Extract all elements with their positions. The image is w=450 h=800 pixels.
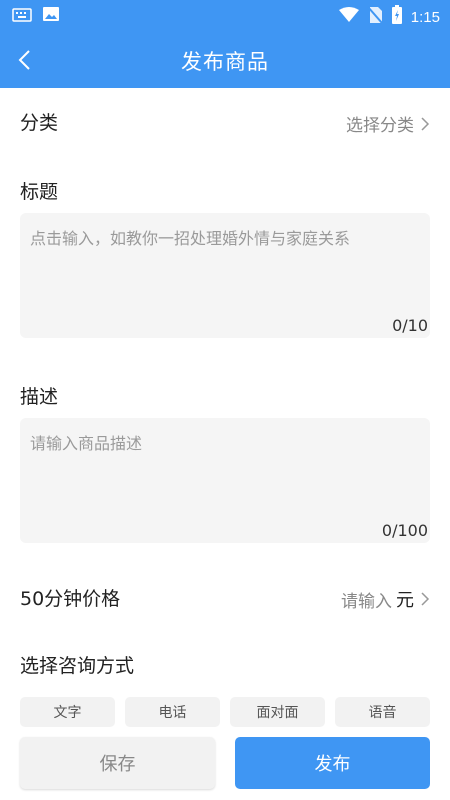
price-unit: 元	[396, 590, 414, 611]
page-title: 发布商品	[181, 50, 269, 74]
status-time: 1:15	[410, 8, 440, 26]
nav-bar: 发布商品	[0, 32, 450, 88]
consult-option-voice[interactable]: 语音	[335, 697, 430, 727]
publish-button[interactable]: 发布	[235, 737, 430, 789]
description-input[interactable]: 请输入商品描述 0/100	[20, 418, 430, 543]
chevron-right-icon	[421, 592, 430, 606]
category-selector[interactable]: 选择分类	[346, 111, 432, 136]
consult-option-phone[interactable]: 电话	[125, 697, 220, 727]
no-sim-icon	[367, 6, 383, 28]
title-label: 标题	[20, 181, 59, 203]
consult-method-options: 文字 电话 面对面 语音	[20, 697, 430, 727]
save-button[interactable]: 保存	[20, 737, 215, 789]
title-char-counter: 0/10	[392, 316, 428, 335]
description-char-counter: 0/100	[381, 521, 428, 540]
price-label: 50分钟价格	[20, 588, 121, 610]
consult-option-text[interactable]: 文字	[20, 697, 115, 727]
category-value: 选择分类	[346, 116, 414, 136]
keyboard-icon	[12, 7, 32, 26]
description-placeholder: 请输入商品描述	[30, 434, 143, 453]
image-icon	[42, 6, 60, 26]
title-input[interactable]: 点击输入，如教你一招处理婚外情与家庭关系 0/10	[20, 213, 430, 338]
price-input[interactable]: 请输入 元	[341, 586, 432, 612]
status-bar: 1:15	[0, 0, 450, 32]
chevron-right-icon	[421, 116, 430, 131]
category-label: 分类	[20, 112, 59, 134]
consult-method-label: 选择咨询方式	[20, 655, 135, 677]
price-placeholder: 请输入	[341, 591, 392, 612]
wifi-icon	[338, 7, 359, 27]
battery-icon	[391, 5, 403, 29]
description-label: 描述	[20, 386, 59, 408]
consult-option-in-person[interactable]: 面对面	[230, 697, 325, 727]
title-placeholder: 点击输入，如教你一招处理婚外情与家庭关系	[30, 229, 351, 248]
